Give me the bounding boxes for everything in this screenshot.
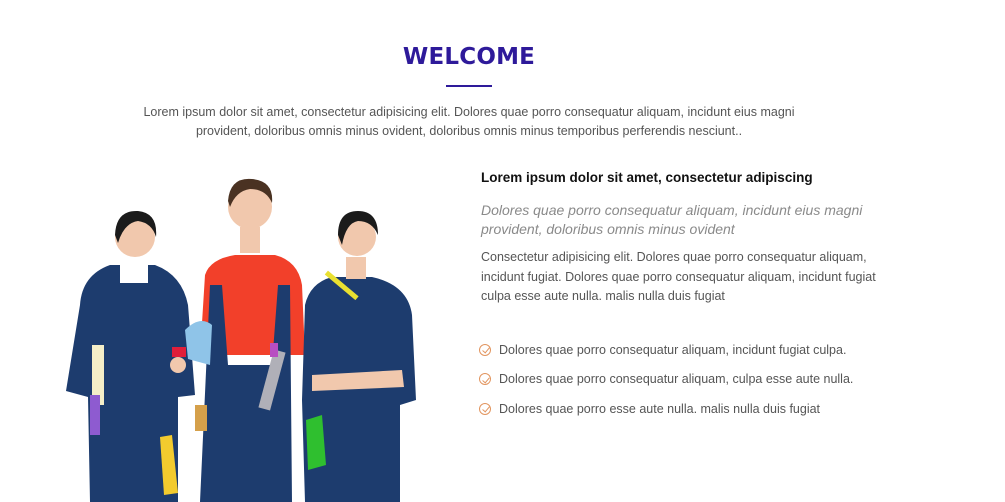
list-item-text: Dolores quae porro esse aute nulla. mali… <box>499 401 821 416</box>
section-title: WELCOME <box>402 44 536 70</box>
content-subheading: Dolores quae porro consequatur aliquam, … <box>481 202 863 237</box>
content-paragraph: Consectetur adipisicing elit. Dolores qu… <box>481 250 876 303</box>
worker-left <box>66 210 195 502</box>
intro-text: Lorem ipsum dolor sit amet, consectetur … <box>143 105 795 138</box>
cleaning-team-image <box>66 178 416 502</box>
list-item: Dolores quae porro consequatur aliquam, … <box>479 365 899 395</box>
feature-list: Dolores quae porro consequatur aliquam, … <box>479 335 899 424</box>
content-heading: Lorem ipsum dolor sit amet, consectetur … <box>481 170 813 185</box>
check-circle-icon <box>479 373 491 386</box>
content-column: Lorem ipsum dolor sit amet, consectetur … <box>481 168 886 307</box>
list-item-text: Dolores quae porro consequatur aliquam, … <box>499 342 847 357</box>
list-item: Dolores quae porro esse aute nulla. mali… <box>479 394 899 424</box>
check-circle-icon <box>479 402 491 415</box>
list-item: Dolores quae porro consequatur aliquam, … <box>479 335 899 365</box>
check-circle-icon <box>479 343 491 356</box>
worker-middle <box>185 178 305 502</box>
worker-right <box>302 211 416 502</box>
list-item-text: Dolores quae porro consequatur aliquam, … <box>499 372 854 387</box>
title-underline <box>446 85 492 87</box>
